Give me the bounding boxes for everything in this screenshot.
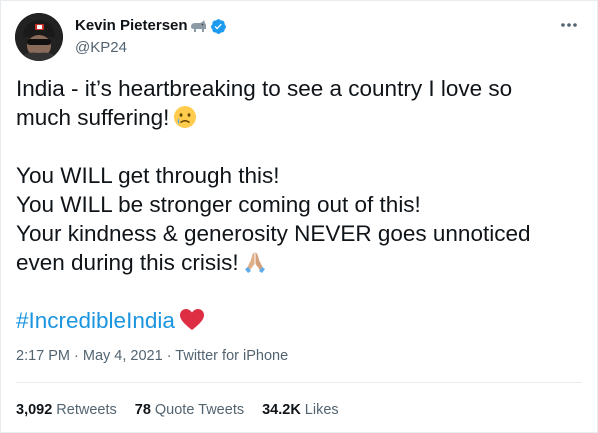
tweet-meta[interactable]: 2:17 PM · May 4, 2021 · Twitter for iPho… [16, 347, 288, 365]
likes-count: 34.2K [262, 402, 301, 418]
tweet-line-2-text: much suffering! [16, 105, 170, 130]
crying-face-icon [174, 106, 197, 128]
tweet-line-3: You WILL get through this! [16, 163, 280, 188]
quote-tweets-stat[interactable]: 78 Quote Tweets [135, 401, 244, 419]
quote-tweets-count: 78 [134, 402, 151, 418]
folded-hands-icon [244, 252, 265, 273]
display-name[interactable]: Kevin Pietersen [75, 16, 188, 36]
avatar-image [15, 13, 63, 61]
verified-badge-icon [210, 18, 226, 34]
tweet-line-6: even during this crisis! [16, 248, 576, 277]
avatar[interactable] [15, 13, 63, 61]
more-options-icon[interactable] [559, 15, 579, 35]
retweets-label: Retweets [56, 402, 117, 418]
retweets-count: 3,092 [16, 402, 53, 418]
author-handle[interactable]: @KP24 [75, 38, 227, 58]
rhino-icon [190, 20, 206, 32]
tweet-line-hashtag: #IncredibleIndia [16, 306, 576, 335]
tweet-line-5: Your kindness & generosity NEVER goes un… [16, 221, 531, 246]
quote-tweets-label: Quote Tweets [154, 402, 245, 418]
display-name-row: Kevin Pietersen [75, 16, 227, 36]
tweet-header: Kevin Pietersen @KP24 [15, 13, 583, 63]
tweet-stats: 3,092 Retweets 78 Quote Tweets 34.2K Likes [16, 401, 339, 419]
tweet-card: Kevin Pietersen @KP24 India - it’s heart… [0, 0, 598, 433]
tweet-line-6-text: even during this crisis! [16, 250, 239, 275]
tweet-line-2: much suffering! [16, 103, 576, 132]
tweet-line-4: You WILL be stronger coming out of this! [16, 192, 421, 217]
hashtag-link[interactable]: #IncredibleIndia [16, 308, 175, 333]
tweet-text: India - it’s heartbreaking to see a coun… [16, 74, 576, 335]
likes-label: Likes [304, 402, 339, 418]
retweets-stat[interactable]: 3,092 Retweets [16, 401, 117, 419]
author-names: Kevin Pietersen @KP24 [75, 16, 227, 58]
likes-stat[interactable]: 34.2K Likes [262, 401, 339, 419]
tweet-line-1: India - it’s heartbreaking to see a coun… [16, 76, 513, 101]
divider [16, 382, 582, 383]
red-heart-icon [179, 309, 204, 330]
